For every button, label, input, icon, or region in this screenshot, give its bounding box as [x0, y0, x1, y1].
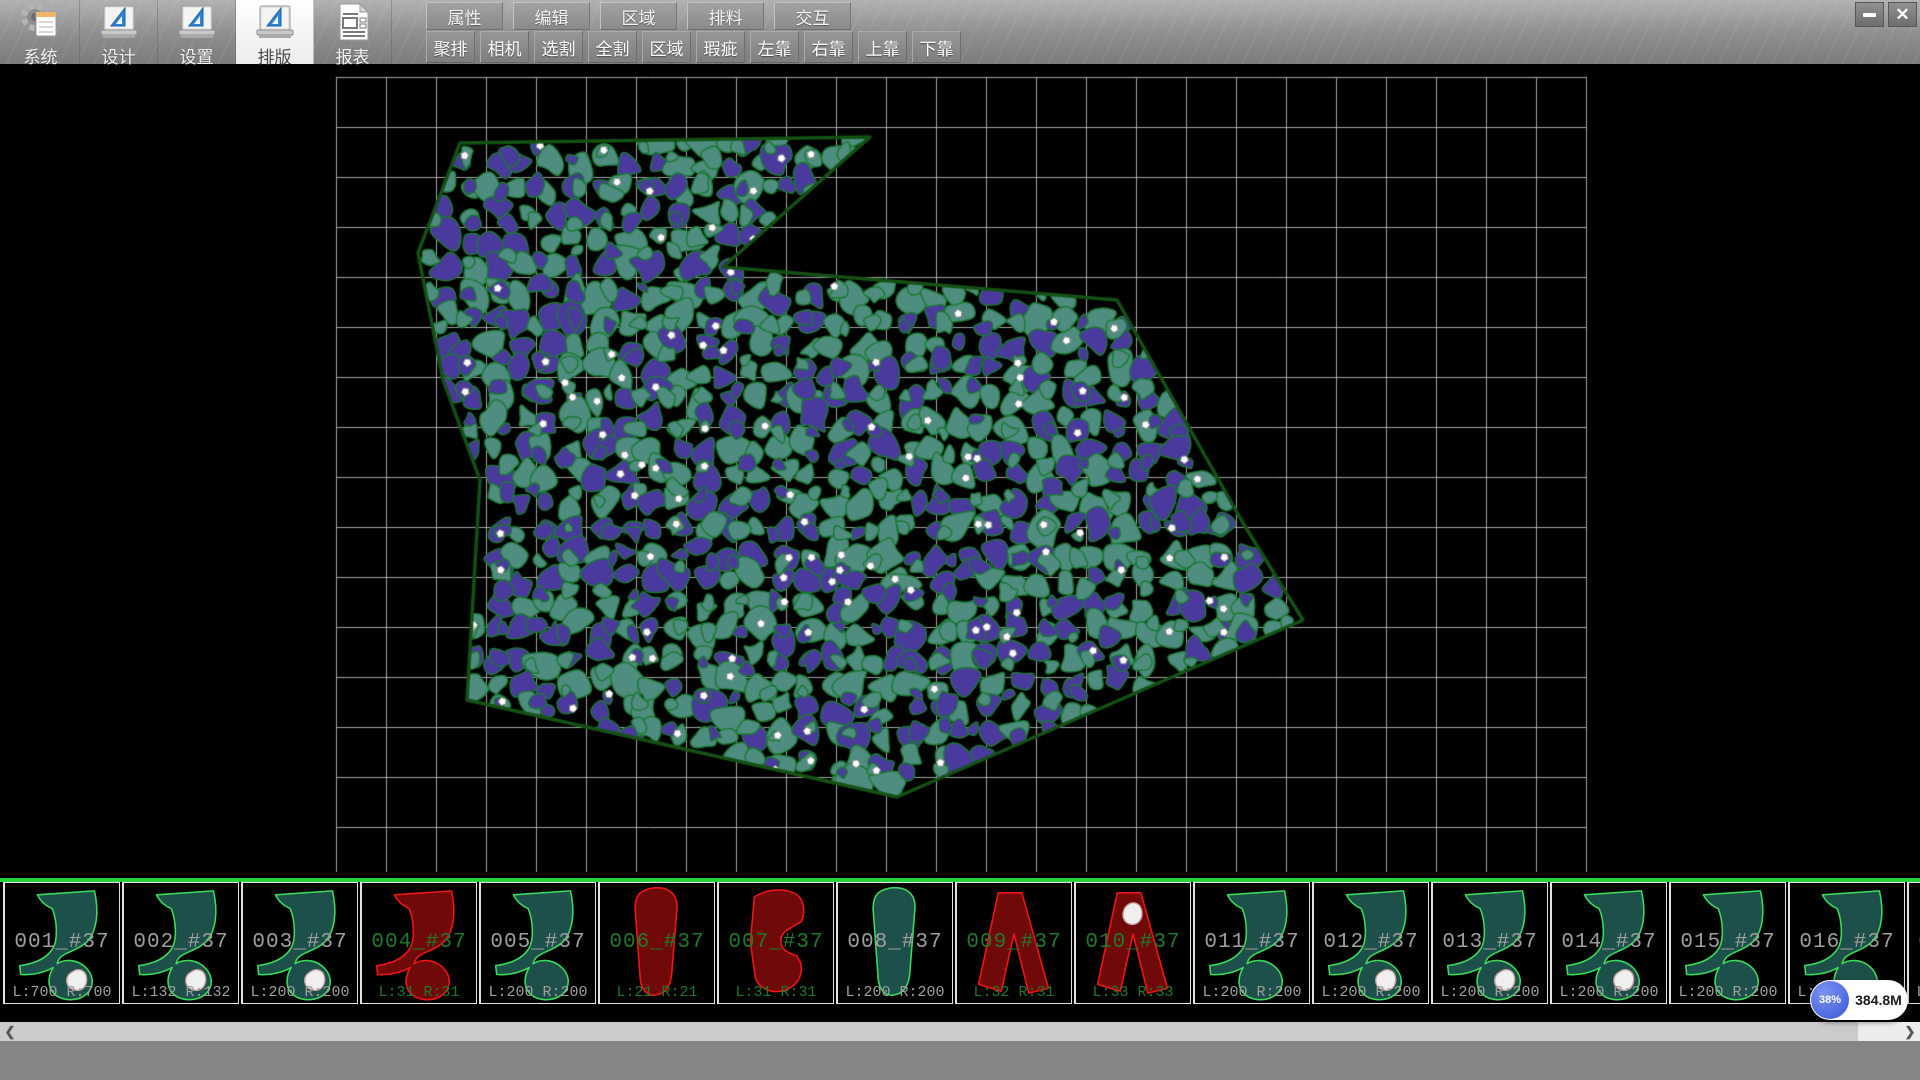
piece-preview: [1196, 883, 1308, 1003]
piece-preview: [1434, 883, 1546, 1003]
tool-button[interactable]: 右靠: [804, 31, 853, 63]
tool-button[interactable]: 瑕疵: [696, 31, 745, 63]
window-controls: ✕: [1855, 2, 1917, 27]
ribbon-big-button-nesting[interactable]: 排版: [236, 0, 314, 64]
piece-preview: [839, 883, 951, 1003]
horizontal-scrollbar: ❮ ❯: [0, 1022, 1920, 1041]
tool-button[interactable]: 左靠: [750, 31, 799, 63]
piece-thumbnail[interactable]: 015_#37 L:200 R:200: [1669, 882, 1786, 1004]
ribbon-toolbar: 系统 设计 设置 排版: [0, 0, 1920, 64]
menu-tab[interactable]: 排料: [687, 2, 764, 30]
piece-thumbnail[interactable]: 003_#37 L:200 R:200: [241, 882, 358, 1004]
design-icon: [98, 2, 140, 42]
piece-thumbnail[interactable]: 011_#37 L:200 R:200: [1193, 882, 1310, 1004]
ribbon-big-button-design[interactable]: 设计: [80, 0, 158, 64]
piece-thumbnail[interactable]: 010_#37 L:33 R:33: [1074, 882, 1191, 1004]
piece-preview: [958, 883, 1070, 1003]
scroll-right-arrow[interactable]: ❯: [1900, 1022, 1920, 1041]
tool-button[interactable]: 上靠: [858, 31, 907, 63]
ribbon-big-button-report[interactable]: 报表: [314, 0, 392, 64]
piece-thumbnail[interactable]: 002_#37 L:132 R:132: [122, 882, 239, 1004]
menu-tab[interactable]: 属性: [426, 2, 503, 30]
piece-thumbnail[interactable]: 008_#37 L:200 R:200: [836, 882, 953, 1004]
system-icon: [20, 2, 62, 42]
status-bar: [0, 1041, 1920, 1080]
ribbon-big-button-label: 报表: [336, 43, 370, 68]
ribbon-big-button-settings[interactable]: 设置: [158, 0, 236, 64]
nesting-icon: [254, 2, 296, 42]
tool-button[interactable]: 全割: [588, 31, 637, 63]
big-button-bar: 系统 设计 设置 排版: [2, 0, 392, 64]
scroll-left-arrow[interactable]: ❮: [0, 1022, 20, 1041]
piece-preview: [1672, 883, 1784, 1003]
piece-thumbnail[interactable]: 005_#37 L:200 R:200: [479, 882, 596, 1004]
tool-button[interactable]: 相机: [480, 31, 529, 63]
piece-preview: [601, 883, 713, 1003]
piece-preview: [720, 883, 832, 1003]
ribbon-big-button-label: 设计: [102, 43, 136, 68]
piece-preview: [363, 883, 475, 1003]
piece-preview: [1315, 883, 1427, 1003]
ribbon-big-button-label: 排版: [258, 43, 292, 68]
piece-thumbnail[interactable]: 004_#37 L:31 R:31: [360, 882, 477, 1004]
piece-preview: [482, 883, 594, 1003]
close-button[interactable]: ✕: [1888, 2, 1917, 27]
menu-tab[interactable]: 区域: [600, 2, 677, 30]
piece-preview: [244, 883, 356, 1003]
usage-percent-label: 38%: [1819, 994, 1841, 1006]
piece-thumbnail[interactable]: 013_#37 L:200 R:200: [1431, 882, 1548, 1004]
app-window: 系统 设计 设置 排版: [0, 0, 1920, 1080]
minimize-button[interactable]: [1855, 2, 1884, 27]
usage-percent-indicator: 38%: [1811, 981, 1849, 1019]
tool-button[interactable]: 下靠: [912, 31, 961, 63]
piece-preview: [1553, 883, 1665, 1003]
menu-tab[interactable]: 编辑: [513, 2, 590, 30]
nesting-workspace[interactable]: [0, 64, 1920, 878]
piece-thumbnail[interactable]: 012_#37 L:200 R:200: [1312, 882, 1429, 1004]
menu-tab-bar: 属性 编辑 区域 排料 交互: [426, 2, 851, 30]
piece-thumbnail-strip: 001_#37 L:700 R:700 002_#37 L:132 R:132 …: [0, 878, 1920, 1022]
piece-thumbnail[interactable]: 014_#37 L:200 R:200: [1550, 882, 1667, 1004]
tool-button[interactable]: 聚排: [426, 31, 475, 63]
minimize-icon: [1863, 13, 1876, 17]
nesting-canvas[interactable]: [0, 64, 1920, 878]
report-icon: [332, 2, 374, 42]
piece-preview: [125, 883, 237, 1003]
thumbnail-list: 001_#37 L:700 R:700 002_#37 L:132 R:132 …: [3, 882, 1920, 1004]
piece-preview: [6, 883, 118, 1003]
ribbon-big-button-system[interactable]: 系统: [2, 0, 80, 64]
ribbon-big-button-label: 系统: [24, 43, 58, 68]
menu-tab[interactable]: 交互: [774, 2, 851, 30]
tool-button-bar: 聚排 相机 选割 全割 区域 瑕疵 左靠 右靠 上靠 下靠: [426, 31, 961, 63]
ribbon-big-button-label: 设置: [180, 43, 214, 68]
memory-usage-badge: 38% 384.8M: [1810, 980, 1908, 1020]
piece-thumbnail[interactable]: 009_#37 L:32 R:31: [955, 882, 1072, 1004]
piece-preview: [1910, 883, 1920, 1003]
tool-button[interactable]: 区域: [642, 31, 691, 63]
piece-thumbnail[interactable]: 007_#37 L:31 R:31: [717, 882, 834, 1004]
scrollbar-thumb[interactable]: [20, 1022, 1858, 1041]
tool-button[interactable]: 选割: [534, 31, 583, 63]
memory-size-label: 384.8M: [1849, 992, 1908, 1008]
close-icon: ✕: [1895, 6, 1909, 23]
piece-preview: [1077, 883, 1189, 1003]
piece-thumbnail[interactable]: 006_#37 L:21 R:21: [598, 882, 715, 1004]
piece-thumbnail[interactable]: 017_#37 L:200 R:200: [1907, 882, 1920, 1004]
settings-icon: [176, 2, 218, 42]
piece-thumbnail[interactable]: 001_#37 L:700 R:700: [3, 882, 120, 1004]
